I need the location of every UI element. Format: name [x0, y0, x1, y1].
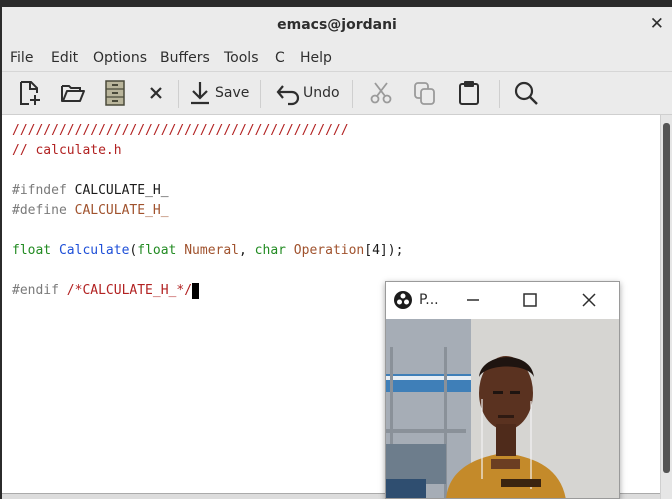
scrollbar-thumb[interactable]	[663, 123, 670, 473]
scissors-icon	[370, 82, 392, 104]
download-arrow-icon	[191, 82, 209, 105]
comment-text: /*CALCULATE_H_*/	[58, 283, 193, 298]
clipboard-icon	[459, 81, 479, 105]
undo-button[interactable]: Undo	[275, 80, 340, 106]
copy-button[interactable]	[412, 80, 438, 106]
new-file-icon	[20, 81, 40, 105]
toolbar-separator	[178, 80, 179, 108]
webcam-frame-image	[386, 319, 619, 498]
cut-button[interactable]	[368, 80, 394, 106]
code-line-1: ////////////////////////////////////////…	[12, 123, 349, 138]
preprocessor-endif: #endif	[12, 283, 59, 298]
new-file-button[interactable]	[16, 80, 42, 106]
menu-file[interactable]: File	[10, 50, 33, 66]
code-line-2: // calculate.h	[12, 143, 122, 158]
undo-arrow-icon	[276, 85, 300, 106]
code-line-6: #endif /*CALCULATE_H_*/	[12, 283, 200, 299]
close-buffer-button[interactable]	[148, 80, 164, 106]
preprocessor-ifndef: #ifndef	[12, 183, 67, 198]
window-title: emacs@jordani	[277, 17, 397, 33]
copy-icon	[414, 82, 435, 105]
menu-options[interactable]: Options	[93, 50, 147, 66]
folder-open-icon	[61, 85, 85, 102]
vertical-scrollbar[interactable]	[660, 115, 672, 499]
code-line-4: #define CALCULATE_H_	[12, 203, 169, 219]
function-name: Calculate	[51, 243, 130, 258]
code-line-3: #ifndef CALCULATE_H_	[12, 183, 169, 199]
toolbar-separator	[352, 80, 353, 108]
paste-button[interactable]	[457, 80, 481, 106]
type-keyword: float	[137, 243, 177, 258]
punctuation: [4]);	[364, 243, 404, 258]
overlay-title-bar[interactable]: P...	[386, 282, 619, 319]
macro-name: CALCULATE_H_	[66, 183, 169, 198]
preprocessor-define: #define	[12, 203, 67, 218]
menu-c[interactable]: C	[275, 50, 285, 66]
close-icon	[150, 87, 162, 99]
close-icon[interactable]	[580, 291, 598, 309]
search-button[interactable]	[513, 80, 539, 106]
parameter-name: Numeral	[176, 243, 240, 258]
undo-label: Undo	[303, 85, 340, 101]
menu-buffers[interactable]: Buffers	[160, 50, 210, 66]
webcam-video-feed	[386, 319, 619, 498]
code-line-5: float Calculate(float Numeral, char Oper…	[12, 243, 403, 259]
menu-tools[interactable]: Tools	[224, 50, 259, 66]
type-keyword: float	[12, 243, 52, 258]
save-button[interactable]: Save	[189, 80, 249, 106]
window-close-icon[interactable]: ✕	[650, 15, 664, 33]
file-cabinet-icon	[105, 80, 125, 106]
dired-button[interactable]	[104, 80, 126, 106]
toolbar-separator	[499, 80, 500, 108]
toolbar: Save Undo	[2, 72, 672, 115]
maximize-icon[interactable]	[521, 291, 539, 309]
overlay-title: P...	[419, 292, 439, 308]
toolbar-separator	[260, 80, 261, 108]
save-label: Save	[215, 85, 250, 101]
title-bar[interactable]: emacs@jordani ✕	[2, 7, 672, 44]
text-cursor	[192, 283, 200, 299]
webcam-overlay-window[interactable]: P...	[385, 281, 620, 499]
open-file-button[interactable]	[60, 80, 86, 106]
search-icon	[514, 81, 538, 105]
menu-edit[interactable]: Edit	[51, 50, 78, 66]
obs-icon	[394, 291, 412, 309]
type-keyword: char	[254, 243, 286, 258]
parameter-name: Operation	[285, 243, 365, 258]
macro-name: CALCULATE_H_	[66, 203, 169, 218]
minimize-icon[interactable]	[464, 291, 482, 309]
menu-help[interactable]: Help	[300, 50, 332, 66]
punctuation: ,	[239, 243, 255, 258]
menu-bar: File Edit Options Buffers Tools C Help	[2, 44, 672, 72]
